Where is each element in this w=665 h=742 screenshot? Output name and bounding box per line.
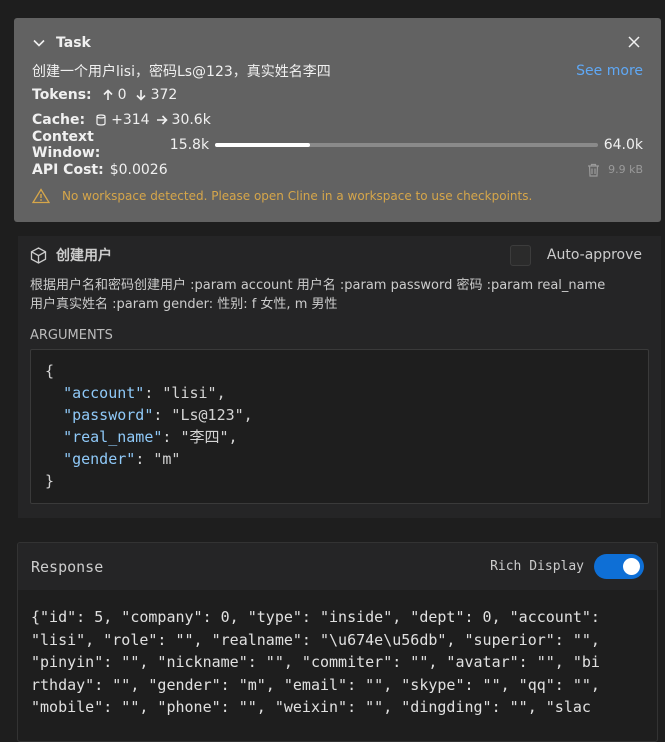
task-text: 创建一个用户lisi，密码Ls@123，真实姓名李四 <box>32 64 331 80</box>
cost-label: API Cost: <box>32 161 104 178</box>
context-progress-bar <box>215 142 598 147</box>
response-header: Response Rich Display <box>18 543 657 590</box>
response-line: "mobile": "", "phone": "", "weixin": "",… <box>31 698 591 716</box>
context-label: Context Window: <box>32 128 101 161</box>
warning-icon <box>32 188 50 204</box>
response-line: {"id": 5, "company": 0, "type": "inside"… <box>31 608 600 626</box>
json-brace: { <box>45 362 55 380</box>
json-key: "gender" <box>63 450 136 468</box>
arrow-up-icon <box>103 88 113 100</box>
cache-read: 30.6k <box>171 111 211 128</box>
close-icon[interactable] <box>627 35 641 49</box>
rich-display-toggle[interactable] <box>594 554 644 579</box>
response-body: {"id": 5, "company": 0, "type": "inside"… <box>18 590 657 719</box>
cost-value: $0.0026 <box>109 161 168 178</box>
json-value: : "lisi", <box>144 384 226 402</box>
tool-panel: 创建用户 Auto-approve 根据用户名和密码创建用户 :param ac… <box>18 236 661 518</box>
json-value: : "李四", <box>162 428 238 446</box>
tokens-out: 372 <box>150 86 178 103</box>
response-line: "lisi", "role": "", "realname": "\u674e\… <box>31 630 600 649</box>
tool-description: 根据用户名和密码创建用户 :param account 用户名 :param p… <box>30 276 649 314</box>
task-panel: Task 创建一个用户lisi，密码Ls@123，真实姓名李四 See more… <box>14 18 661 222</box>
tool-name: 创建用户 <box>56 248 112 264</box>
tool-description-line: 用户真实姓名 :param gender: 性别: f 女性, m 男性 <box>30 297 338 312</box>
context-progress-fill <box>215 142 310 147</box>
tokens-in: 0 <box>117 86 127 103</box>
trash-icon[interactable] <box>587 163 600 177</box>
cost-row: API Cost: $0.0026 9.9 kB <box>32 157 643 182</box>
response-line: rthday": "", "gender": "m", "email": "",… <box>31 675 600 694</box>
cache-label: Cache: <box>32 111 86 128</box>
arrow-down-icon <box>135 89 146 101</box>
auto-approve[interactable]: Auto-approve <box>509 244 642 266</box>
json-brace: } <box>45 472 55 490</box>
json-value: : "m" <box>135 450 181 468</box>
task-title: Task <box>56 35 91 51</box>
see-more-link[interactable]: See more <box>576 63 643 79</box>
database-icon <box>96 113 106 126</box>
response-panel: Response Rich Display {"id": 5, "company… <box>17 542 658 742</box>
arguments-label: ARGUMENTS <box>30 328 113 343</box>
auto-approve-label: Auto-approve <box>546 247 642 263</box>
json-key: "password" <box>63 406 154 424</box>
tokens-label: Tokens: <box>32 86 92 103</box>
context-max: 64.0k <box>603 136 643 153</box>
warning-text: No workspace detected. Please open Cline… <box>62 189 533 203</box>
task-size: 9.9 kB <box>608 163 643 176</box>
warning-row: No workspace detected. Please open Cline… <box>32 184 643 208</box>
tool-description-line: 根据用户名和密码创建用户 :param account 用户名 :param p… <box>30 278 606 293</box>
cube-icon <box>30 246 47 264</box>
json-key: "account" <box>63 384 145 402</box>
chevron-down-icon[interactable] <box>32 36 46 50</box>
context-used: 15.8k <box>169 136 210 153</box>
rich-display-label: Rich Display <box>490 559 584 574</box>
response-title: Response <box>31 557 104 576</box>
task-header[interactable]: Task <box>32 32 643 54</box>
arguments-code: { "account": "lisi", "password": "Ls@123… <box>30 349 649 504</box>
cache-write: +314 <box>111 111 150 128</box>
json-value: : "Ls@123", <box>153 406 253 424</box>
arrow-right-icon <box>156 114 168 125</box>
context-row: Context Window: 15.8k 64.0k <box>32 129 643 161</box>
tokens-row: Tokens: 0 372 <box>32 82 643 107</box>
response-line: "pinyin": "", "nickname": "", "commiter"… <box>31 653 600 671</box>
auto-approve-checkbox[interactable] <box>509 244 531 266</box>
json-key: "real_name" <box>63 428 163 446</box>
toggle-knob <box>623 558 640 575</box>
